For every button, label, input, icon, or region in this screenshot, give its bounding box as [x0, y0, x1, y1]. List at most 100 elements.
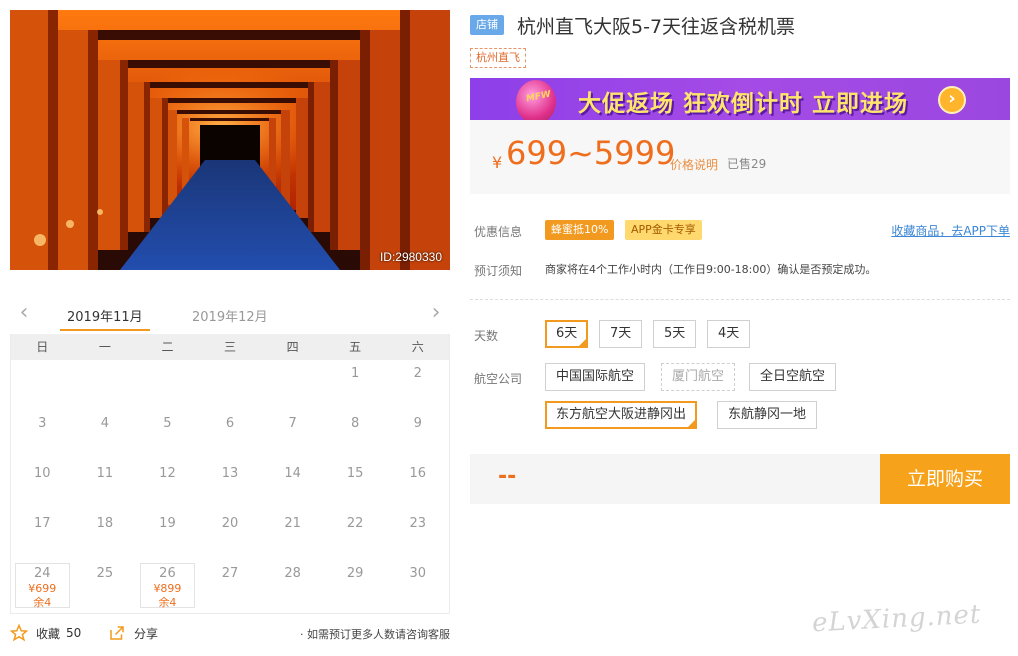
weekday-label: 日	[36, 340, 49, 354]
airline-option-air-china[interactable]: 中国国际航空	[545, 363, 646, 391]
day-number: 22	[346, 516, 364, 531]
photo-id-label: ID:2980330	[379, 250, 442, 264]
calendar-day[interactable]: 17	[11, 510, 74, 560]
day-number: 26	[159, 566, 176, 581]
calendar-day[interactable]: 15	[324, 460, 387, 510]
shop-badge: 店铺	[470, 15, 504, 35]
airline-option-china-eastern-shizuoka[interactable]: 东航静冈一地	[717, 401, 818, 429]
product-photo: ID:2980330	[10, 10, 450, 270]
next-month-chevron-icon[interactable]: ›	[426, 302, 446, 324]
share-button[interactable]: 分享	[108, 624, 158, 642]
favorite-app-link[interactable]: 收藏商品，去APP下单	[891, 222, 1010, 239]
day-number: 12	[159, 466, 176, 481]
day-number: 19	[159, 516, 176, 531]
calendar-day[interactable]: 19	[136, 510, 199, 560]
calendar-empty-cell	[74, 360, 137, 410]
arrow-right-icon[interactable]: ›	[938, 86, 966, 114]
calendar-day[interactable]: 2	[386, 360, 449, 410]
price-explanation-link[interactable]: 价格说明	[670, 156, 718, 173]
app-card-badge: APP金卡专享	[625, 220, 702, 240]
tab-month-current[interactable]: 2019年11月	[67, 306, 143, 325]
currency-symbol: ¥	[492, 153, 503, 172]
favorite-button[interactable]: 收藏 50	[10, 624, 81, 642]
weekday-label: 六	[411, 340, 424, 354]
day-number: 24	[34, 566, 51, 581]
days-option-5[interactable]: 5天	[653, 320, 697, 348]
promo-banner[interactable]: MFW 大促返场 狂欢倒计时 立即进场 ›	[470, 78, 1010, 120]
calendar-grid: 日 一 二 三 四 五 六 1 2 3 4 5 6 7 8 9 10 11 12 13 14 15 16 17 1…	[10, 334, 450, 614]
calendar-day[interactable]: 28	[261, 560, 324, 610]
day-price: ¥899	[153, 582, 182, 595]
calendar-day[interactable]: 26 ¥899 余4	[136, 560, 199, 610]
calendar-day[interactable]: 27	[199, 560, 262, 610]
calendar-day[interactable]: 18	[74, 510, 137, 560]
consult-hint: · 如需预订更多人数请咨询客服	[300, 628, 450, 641]
tab-month-next[interactable]: 2019年12月	[192, 306, 268, 325]
booking-notice: 商家将在4个工作小时内（工作日9:00-18:00）确认是否预定成功。	[545, 263, 877, 276]
airline-option-xiamen[interactable]: 厦门航空	[661, 363, 736, 391]
honey-discount-badge: 蜂蜜抵10%	[545, 220, 615, 240]
calendar-day[interactable]: 25	[74, 560, 137, 610]
calendar-day[interactable]: 20	[199, 510, 262, 560]
day-number: 4	[100, 416, 109, 431]
calendar-empty-cell	[136, 360, 199, 410]
calendar-day[interactable]: 14	[261, 460, 324, 510]
prev-month-chevron-icon[interactable]: ‹	[14, 302, 34, 324]
calendar-day[interactable]: 3	[11, 410, 74, 460]
calendar-day[interactable]: 21	[261, 510, 324, 560]
day-number: 14	[284, 466, 301, 481]
calendar-day[interactable]: 11	[74, 460, 137, 510]
banner-text: 大促返场 狂欢倒计时 立即进场	[578, 91, 909, 117]
calendar-day[interactable]: 12	[136, 460, 199, 510]
calendar-day[interactable]: 23	[386, 510, 449, 560]
calendar-day[interactable]: 22	[324, 510, 387, 560]
calendar-day[interactable]: 5	[136, 410, 199, 460]
star-icon	[10, 624, 28, 642]
calendar-week-row: 24 ¥699 余4 25 26 ¥899 余4 27 28 29 30	[11, 560, 449, 610]
calendar-day[interactable]: 10	[11, 460, 74, 510]
price-range: 699~5999	[506, 134, 676, 172]
option-label: 东方航空大阪进静冈出	[556, 407, 687, 422]
weekday-label: 四	[286, 340, 299, 354]
calendar-day[interactable]: 4	[74, 410, 137, 460]
site-watermark: eLvXing.net	[811, 599, 983, 639]
day-number: 8	[351, 416, 360, 431]
days-option-6[interactable]: 6天 ✓	[545, 320, 589, 348]
calendar-week-row: 17 18 19 20 21 22 23	[11, 510, 449, 560]
day-number: 30	[409, 566, 427, 581]
check-icon: ✓	[580, 333, 587, 341]
option-label: 6天	[556, 326, 578, 341]
calendar-day[interactable]: 1	[324, 360, 387, 410]
favorite-count: 50	[66, 626, 82, 640]
calendar-day[interactable]: 13	[199, 460, 262, 510]
calendar-day[interactable]: 8	[324, 410, 387, 460]
days-option-7[interactable]: 7天	[599, 320, 643, 348]
day-number: 20	[221, 516, 239, 531]
calendar-week-row: 10 11 12 13 14 15 16	[11, 460, 449, 510]
buy-now-button[interactable]: 立即购买	[880, 454, 1010, 504]
check-icon: ✓	[689, 414, 696, 422]
days-option-4[interactable]: 4天	[707, 320, 751, 348]
calendar-day[interactable]: 9	[386, 410, 449, 460]
calendar-weekday-header: 日 一 二 三 四 五 六	[11, 334, 449, 360]
calendar-week-row: 3 4 5 6 7 8 9	[11, 410, 449, 460]
calendar-day[interactable]: 29	[324, 560, 387, 610]
notice-label: 预订须知	[474, 264, 523, 278]
sold-count: 已售29	[727, 157, 767, 171]
calendar-empty-cell	[199, 360, 262, 410]
airline-label: 航空公司	[474, 372, 523, 386]
airline-option-ana[interactable]: 全日空航空	[749, 363, 837, 391]
calendar-nav: ‹ 2019年11月 2019年12月 ›	[10, 298, 450, 334]
active-month-indicator	[60, 329, 150, 331]
day-number: 11	[96, 466, 114, 481]
day-number: 13	[221, 466, 239, 481]
calendar-day[interactable]: 24 ¥699 余4	[11, 560, 74, 610]
favorite-label: 收藏	[36, 626, 61, 641]
calendar-day[interactable]: 16	[386, 460, 449, 510]
calendar-day[interactable]: 30	[386, 560, 449, 610]
day-number: 25	[96, 566, 114, 581]
calendar-day[interactable]: 7	[261, 410, 324, 460]
airline-option-china-eastern-osaka-shizuoka[interactable]: 东方航空大阪进静冈出 ✓	[545, 401, 698, 429]
calendar-day[interactable]: 6	[199, 410, 262, 460]
day-remaining: 余4	[158, 596, 177, 609]
